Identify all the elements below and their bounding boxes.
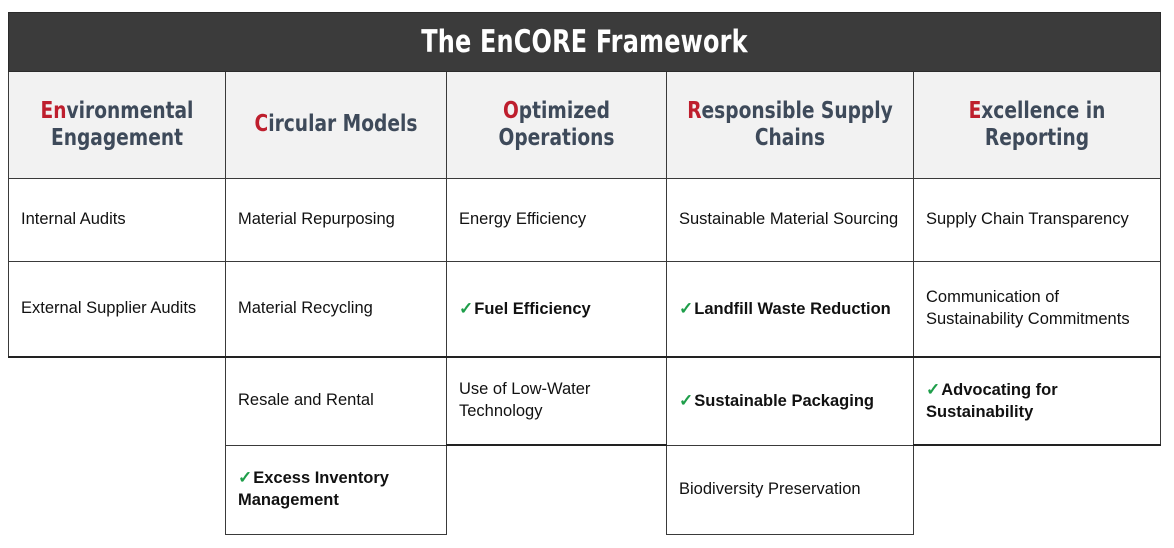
header-rest: ptimized xyxy=(518,97,611,124)
header-line2: Engagement xyxy=(50,125,184,151)
accent-letters: E xyxy=(968,97,982,124)
column-header-text: Responsible Supply Chains xyxy=(687,98,894,152)
page-title: The EnCORE Framework xyxy=(421,24,748,60)
cell-label: Internal Audits xyxy=(21,210,126,229)
table-cell-empty xyxy=(447,445,667,534)
cell-label: Sustainable Packaging xyxy=(694,391,874,410)
table-cell-empty xyxy=(914,445,1161,534)
cell-label: Sustainable Material Sourcing xyxy=(679,210,899,229)
cell-label: Material Recycling xyxy=(238,299,373,318)
header-rest: ircular Models xyxy=(268,111,418,138)
header-line2: Reporting xyxy=(984,125,1090,151)
table-row: ✓Excess Inventory Management Biodiversit… xyxy=(9,444,1161,535)
cell-label: External Supplier Audits xyxy=(21,299,197,318)
check-icon: ✓ xyxy=(679,298,694,318)
column-header-environmental-engagement: Environmental Engagement xyxy=(8,71,226,179)
header-rest: esponsible Supply xyxy=(701,97,893,124)
cell-label: Energy Efficiency xyxy=(459,210,587,229)
column-header-text: Environmental Engagement xyxy=(27,98,207,152)
cell-label: Biodiversity Preservation xyxy=(679,479,861,498)
table-cell: Material Repurposing xyxy=(225,178,447,262)
column-header-optimized-operations: Optimized Operations xyxy=(446,71,667,179)
accent-letters: C xyxy=(254,111,269,138)
column-header-row: Environmental Engagement Circular Models… xyxy=(8,71,1161,179)
cell-label: Resale and Rental xyxy=(238,391,374,410)
accent-letters: O xyxy=(502,97,519,124)
table-cell: ✓Advocating for Sustainability xyxy=(913,356,1161,446)
header-line2: Operations xyxy=(498,125,615,151)
cell-label: Material Repurposing xyxy=(238,210,395,229)
framework-title-cell: The EnCORE Framework xyxy=(8,12,1161,72)
table-row: Internal Audits Material Repurposing Ene… xyxy=(8,178,1161,262)
table-cell: Use of Low-Water Technology xyxy=(446,356,667,446)
cell-label: Use of Low-Water Technology xyxy=(459,380,591,420)
header-line2: Chains xyxy=(754,125,826,151)
check-icon: ✓ xyxy=(679,390,694,410)
table-cell: ✓Landfill Waste Reduction xyxy=(666,261,914,358)
check-icon: ✓ xyxy=(238,468,253,488)
column-header-responsible-supply-chains: Responsible Supply Chains xyxy=(666,71,914,179)
cell-label: Supply Chain Transparency xyxy=(926,210,1129,229)
check-icon: ✓ xyxy=(926,379,941,399)
table-cell-empty xyxy=(9,445,226,534)
title-row: The EnCORE Framework xyxy=(8,12,1161,72)
check-icon: ✓ xyxy=(459,298,474,318)
column-header-excellence-in-reporting: Excellence in Reporting xyxy=(913,71,1161,179)
cell-label: Communication of Sustainability Commitme… xyxy=(926,288,1130,328)
header-rest: xcellence in xyxy=(981,97,1106,124)
table-cell: ✓Fuel Efficiency xyxy=(446,261,667,358)
table-cell-empty xyxy=(9,357,226,445)
table-row: External Supplier Audits Material Recycl… xyxy=(8,261,1161,358)
table-row: Resale and Rental Use of Low-Water Techn… xyxy=(9,356,1161,446)
table-cell: Communication of Sustainability Commitme… xyxy=(913,261,1161,358)
table-cell: Material Recycling xyxy=(225,261,447,358)
column-header-text: Circular Models xyxy=(244,111,428,138)
table-cell: Sustainable Material Sourcing xyxy=(666,178,914,262)
table-cell: Supply Chain Transparency xyxy=(913,178,1161,262)
cell-label: Fuel Efficiency xyxy=(474,299,591,318)
cell-label: Landfill Waste Reduction xyxy=(694,299,891,318)
column-header-text: Optimized Operations xyxy=(465,98,648,152)
table-cell: Biodiversity Preservation xyxy=(666,444,914,535)
cell-label: Excess Inventory Management xyxy=(238,469,389,509)
table-cell: Internal Audits xyxy=(8,178,226,262)
table-cell: ✓Excess Inventory Management xyxy=(225,444,447,535)
accent-letters: R xyxy=(687,97,702,124)
table-cell: Resale and Rental xyxy=(225,356,447,446)
encore-framework-table: The EnCORE Framework Environmental Engag… xyxy=(8,12,1161,535)
column-header-text: Excellence in Reporting xyxy=(934,98,1141,152)
header-rest: vironmental xyxy=(66,97,194,124)
table-cell: ✓Sustainable Packaging xyxy=(666,356,914,446)
cell-label: Advocating for Sustainability xyxy=(926,380,1058,421)
table-cell: Energy Efficiency xyxy=(446,178,667,262)
column-header-circular-models: Circular Models xyxy=(225,71,447,179)
accent-letters: En xyxy=(40,97,67,124)
table-cell: External Supplier Audits xyxy=(8,261,226,358)
